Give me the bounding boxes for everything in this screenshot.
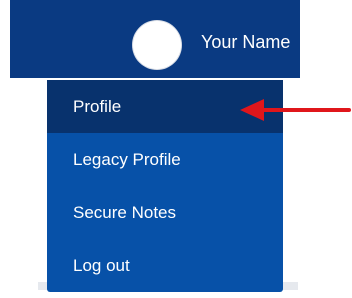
top-navigation-bar: Your Name <box>10 0 300 78</box>
menu-item-secure-notes[interactable]: Secure Notes <box>47 186 283 239</box>
menu-item-legacy-profile[interactable]: Legacy Profile <box>47 133 283 186</box>
arrow-left-icon <box>240 99 351 121</box>
menu-item-log-out[interactable]: Log out <box>47 239 283 292</box>
screenshot-stage: Your Name Profile Legacy Profile Secure … <box>0 0 352 298</box>
avatar[interactable] <box>133 21 181 69</box>
user-name-button[interactable]: Your Name <box>201 30 290 54</box>
